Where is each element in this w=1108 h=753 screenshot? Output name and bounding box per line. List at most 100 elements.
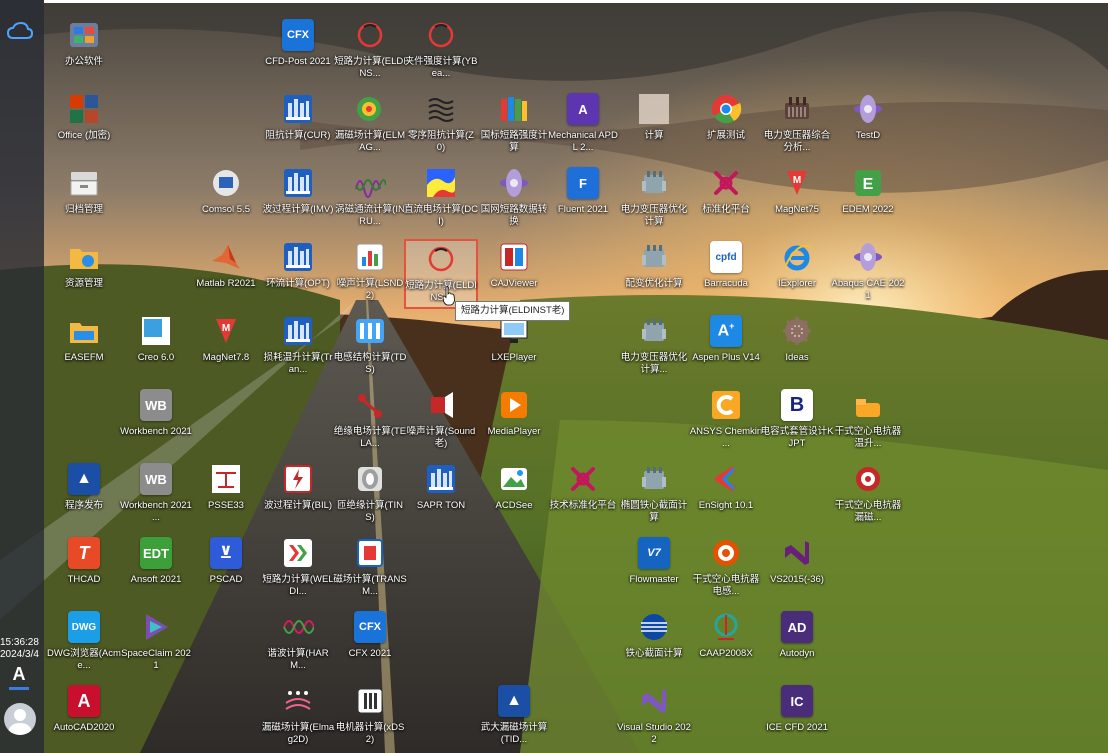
desktop-icon-caap2008x[interactable]: CAAP2008X xyxy=(689,609,763,679)
desktop-icon-mechanical-apdl-2[interactable]: A Mechanical APDL 2... xyxy=(546,91,620,161)
desktop-icon-weldi[interactable]: 短路力计算(WELDI... xyxy=(261,535,335,605)
desktop-icon-autodyn[interactable]: AD Autodyn xyxy=(760,609,834,679)
desktop-icon-matlab-r2021[interactable]: Matlab R2021 xyxy=(189,239,263,309)
desktop-icon-abaqus-cae-2021[interactable]: Abaqus CAE 2021 xyxy=(831,239,905,309)
desktop-icon-dci[interactable]: 直流电场计算(DCI) xyxy=(404,165,478,235)
desktop-icon-easefm[interactable]: EASEFM xyxy=(47,313,121,383)
desktop-icon-creo-6-0[interactable]: Creo 6.0 xyxy=(119,313,193,383)
desktop-icon-vs2015-36[interactable]: VS2015(-36) xyxy=(760,535,834,605)
desktop-icon-magnet7-8[interactable]: M MagNet7.8 xyxy=(189,313,263,383)
desktop-icon-ensight-10-1[interactable]: EnSight 10.1 xyxy=(689,461,763,531)
desktop-icon-iexplorer[interactable]: IExplorer xyxy=(760,239,834,309)
folder-icon xyxy=(68,19,100,51)
desktop-icon-label: PSCAD xyxy=(209,574,243,585)
desktop-icon-i45[interactable]: 国标短路强度计算 xyxy=(477,91,551,161)
desktop-icon-i57[interactable]: 配变优化计算 xyxy=(617,239,691,309)
desktop-icon-z0[interactable]: 零序阻抗计算(Z0) xyxy=(404,91,478,161)
desktop-icon-i82[interactable]: 干式空心电抗器温升... xyxy=(831,387,905,457)
desktop-icon-i71[interactable]: 电力变压器综合分析... xyxy=(760,91,834,161)
desktop-icon-cur[interactable]: 阻抗计算(CUR) xyxy=(261,91,335,161)
desktop-icon-label: 直流电场计算(DCI) xyxy=(404,204,478,227)
desktop-icon-i54[interactable]: 技术标准化平台 xyxy=(546,461,620,531)
fluent-icon: F xyxy=(567,167,599,199)
font-icon[interactable]: A xyxy=(9,665,29,690)
desktop-icon-workbench-2021[interactable]: WB Workbench 2021 xyxy=(119,387,193,457)
desktop-icon-sound[interactable]: 噪声计算(Sound老) xyxy=(404,387,478,457)
desktop-icon-autocad2020[interactable]: A AutoCAD2020 xyxy=(47,683,121,753)
desktop-icon-inru[interactable]: 涡磁通流计算(INRU... xyxy=(333,165,407,235)
desktop-icon-elmag[interactable]: 漏磁场计算(ELMAG... xyxy=(333,91,407,161)
desktop-icon-opt[interactable]: 环流计算(OPT) xyxy=(261,239,335,309)
desktop-icon-barracuda[interactable]: cpfd Barracuda xyxy=(689,239,763,309)
desktop-icon-visual-studio-2022[interactable]: Visual Studio 2022 xyxy=(617,683,691,753)
desktop-icon-sapr-ton[interactable]: SAPR TON xyxy=(404,461,478,531)
desktop-icon-ice-cfd-2021[interactable]: IC ICE CFD 2021 xyxy=(760,683,834,753)
desktop-icon-testd[interactable]: TestD xyxy=(831,91,905,161)
desktop-icon-thcad[interactable]: T THCAD xyxy=(47,535,121,605)
desktop-icon-lsnd2[interactable]: 噪声计算(LSND2) xyxy=(333,239,407,309)
desktop-icon-i63[interactable]: 扩展测试 xyxy=(689,91,763,161)
desktop-icon-magnet75[interactable]: M MagNet75 xyxy=(760,165,834,235)
desktop-icon-eldins[interactable]: 短路力计算(ELDINS... xyxy=(333,17,407,87)
desktop-icon-xds2[interactable]: 电机器计算(xDS2) xyxy=(333,683,407,753)
desktop-icon-ideas[interactable]: Ideas xyxy=(760,313,834,383)
desktop-icon-pscad[interactable]: ⊻ PSCAD xyxy=(189,535,263,605)
cpfd-icon: cpfd xyxy=(710,241,742,273)
ic-icon: IC xyxy=(781,685,813,717)
desktop-icon-tid[interactable]: ▲ 武大漏磁场计算(TID... xyxy=(477,683,551,753)
desktop-icon-edem-2022[interactable]: E EDEM 2022 xyxy=(831,165,905,235)
desktop-icon-spaceclaim-2021[interactable]: SpaceClaim 2021 xyxy=(119,609,193,679)
desktop-icon-eldins[interactable]: 短路力计算(ELDINS... xyxy=(404,239,478,309)
desktop-icon-cajviewer[interactable]: CAJViewer xyxy=(477,239,551,309)
desktop-icon-acdsee[interactable]: ACDSee xyxy=(477,461,551,531)
pscad-icon: ⊻ xyxy=(210,537,242,569)
desktop-icon-lxeplayer[interactable]: LXEPlayer xyxy=(477,313,551,383)
desktop-icon-transm[interactable]: 磁场计算(TRANSM... xyxy=(333,535,407,605)
desktop-icon-bil[interactable]: 波过程计算(BIL) xyxy=(261,461,335,531)
desktop-icon-cfd-post-2021[interactable]: CFX CFD-Post 2021 xyxy=(261,17,335,87)
desktop-icon-i58[interactable]: 电力变压器优化计算... xyxy=(617,313,691,383)
desktop-icon-flowmaster[interactable]: V7 Flowmaster xyxy=(617,535,691,605)
desktop-icon-harm[interactable]: 谐波计算(HARM... xyxy=(261,609,335,679)
desktop-icon-mediaplayer[interactable]: MediaPlayer xyxy=(477,387,551,457)
desktop-icon-dwg-acme[interactable]: DWG DWG浏览器(Acme... xyxy=(47,609,121,679)
desktop-icon-i46[interactable]: 国网短路数据转换 xyxy=(477,165,551,235)
desktop-icon-i56[interactable]: 电力变压器优化计算 xyxy=(617,165,691,235)
magnet-icon: M xyxy=(781,167,813,199)
desktop-icon-ybea[interactable]: 夹件强度计算(YBea... xyxy=(404,17,478,87)
desktop-icon-i3[interactable]: 归档管理 xyxy=(47,165,121,235)
desktop-icon-i59[interactable]: 椭圆铁心截面计算 xyxy=(617,461,691,531)
desktop-icon-i1[interactable]: 办公软件 xyxy=(47,17,121,87)
desktop-icon-aspen-plus-v14[interactable]: A+ Aspen Plus V14 xyxy=(689,313,763,383)
desktop-icon-cfx-2021[interactable]: CFX CFX 2021 xyxy=(333,609,407,679)
desktop-icon-label: 涡磁通流计算(INRU... xyxy=(335,204,405,227)
desktop-icon-office[interactable]: Office (加密) xyxy=(47,91,121,161)
desktop-icon-i6[interactable]: ▲ 程序发布 xyxy=(47,461,121,531)
desktop-icon-psse33[interactable]: PSSE33 xyxy=(189,461,263,531)
desktop-icon-workbench-2021[interactable]: WB Workbench 2021 ... xyxy=(119,461,193,531)
desktop-icon-tds[interactable]: 电感结构计算(TDS) xyxy=(333,313,407,383)
desktop-icon-ansys-chemkin[interactable]: ANSYS Chemkin ... xyxy=(689,387,763,457)
desktop-icon-i83[interactable]: 干式空心电抗器漏磁... xyxy=(831,461,905,531)
desktop-icon-tran[interactable]: 损耗温升计算(Tran... xyxy=(261,313,335,383)
desktop-icon-label: 配变优化计算 xyxy=(625,278,683,289)
cloud-icon[interactable] xyxy=(6,20,34,42)
desktop-icon-label: 办公软件 xyxy=(64,56,103,67)
desktop-icon-comsol-5-5[interactable]: Comsol 5.5 xyxy=(189,165,263,235)
sound-icon xyxy=(425,389,457,421)
desktop-icon-kjpt[interactable]: B 电容式套管设计KJPT xyxy=(760,387,834,457)
desktop-icon-imv[interactable]: 波过程计算(IMV) xyxy=(261,165,335,235)
desktop-icon-i55[interactable]: 计算 xyxy=(617,91,691,161)
desktop-icon-i64[interactable]: 标准化平台 xyxy=(689,165,763,235)
avatar[interactable] xyxy=(4,703,36,735)
desktop-icon-label: 噪声计算(LSND2) xyxy=(336,278,404,301)
desktop-icon-elmag2d[interactable]: 漏磁场计算(Elmag2D) xyxy=(261,683,335,753)
desktop-icon-i61[interactable]: 铁心截面计算 xyxy=(617,609,691,679)
desktop-icon-fluent-2021[interactable]: F Fluent 2021 xyxy=(546,165,620,235)
desktop-icon-i69[interactable]: 干式空心电抗器电感... xyxy=(689,535,763,605)
desktop-icon-ansoft-2021[interactable]: EDT Ansoft 2021 xyxy=(119,535,193,605)
desktop-icon-tins[interactable]: 匝绝缘计算(TINS) xyxy=(333,461,407,531)
desktop-icon-tela[interactable]: 绝缘电场计算(TELA... xyxy=(333,387,407,457)
desktop-icon-label: 国网短路数据转换 xyxy=(480,204,548,227)
desktop-icon-i4[interactable]: 资源管理 xyxy=(47,239,121,309)
